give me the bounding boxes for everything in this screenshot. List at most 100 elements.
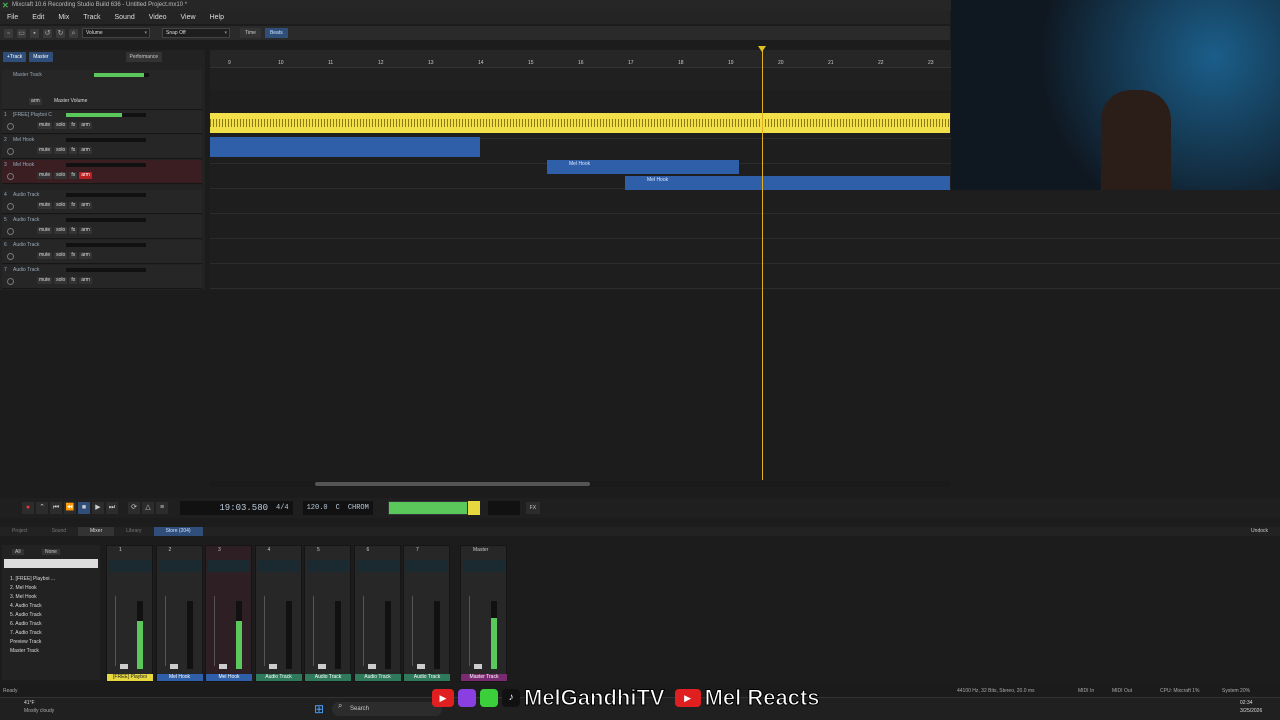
time-toggle[interactable]: Time <box>240 28 261 38</box>
strip-fader[interactable] <box>412 596 425 669</box>
clock-time[interactable]: 02:34 <box>1240 700 1253 706</box>
zoom-icon[interactable]: ⌕ <box>69 28 78 38</box>
solo-button[interactable]: solo <box>54 172 68 179</box>
settings-icon[interactable]: ≡ <box>156 502 168 514</box>
show-none-button[interactable]: None <box>42 549 60 555</box>
fx-button[interactable]: fx <box>69 147 78 154</box>
menu-mix[interactable]: Mix <box>51 11 76 24</box>
strip-fader[interactable] <box>362 596 376 669</box>
strip-fader[interactable] <box>164 596 178 669</box>
track-header[interactable]: 1 [FREE] Playboi C mute solo fx arm <box>2 110 202 134</box>
arm-button[interactable]: arm <box>79 202 92 209</box>
clock-date[interactable]: 3/25/2026 <box>1240 708 1262 714</box>
horizontal-scrollbar[interactable] <box>210 481 950 487</box>
master-fader[interactable] <box>469 596 482 669</box>
arm-button[interactable]: arm <box>79 172 92 179</box>
open-icon[interactable]: ▭ <box>17 28 26 38</box>
track-name[interactable]: Mel Hook <box>13 137 63 143</box>
track-name[interactable]: [FREE] Playboi C <box>13 112 63 118</box>
track-header[interactable]: 4 Audio Track mute solo fx arm <box>2 190 202 214</box>
fx-button[interactable]: fx <box>69 227 78 234</box>
mixer-list-item[interactable]: 5. Audio Track <box>10 611 55 620</box>
solo-button[interactable]: solo <box>54 202 68 209</box>
menu-track[interactable]: Track <box>76 11 107 24</box>
track-name[interactable]: Audio Track <box>13 192 63 198</box>
strip-fader[interactable] <box>263 596 277 669</box>
menu-file[interactable]: File <box>0 11 25 24</box>
snap-select[interactable]: Snap Off <box>162 28 230 38</box>
show-all-button[interactable]: All <box>12 549 24 555</box>
scale-mode-display[interactable]: CHROM <box>343 501 373 515</box>
tab-library[interactable]: Library <box>114 527 153 536</box>
track-settings-icon[interactable] <box>7 228 14 235</box>
track-header[interactable]: 7 Audio Track mute solo fx arm <box>2 265 202 289</box>
menu-help[interactable]: Help <box>203 11 231 24</box>
key-display[interactable]: C <box>331 501 344 515</box>
metronome-icon[interactable]: ⌃ <box>36 502 48 514</box>
fx-button[interactable]: fx <box>69 172 78 179</box>
clip-mel-hook-b[interactable]: Mel Hook <box>625 176 950 190</box>
fx-button[interactable]: fx <box>69 202 78 209</box>
stop-icon[interactable]: ■ <box>78 502 90 514</box>
play-icon[interactable]: ▶ <box>92 502 104 514</box>
new-icon[interactable]: ▫ <box>4 28 13 38</box>
mixer-list-item[interactable]: Master Track <box>10 647 55 656</box>
track-header[interactable]: 6 Audio Track mute solo fx arm <box>2 240 202 264</box>
strip-fader[interactable] <box>214 596 227 669</box>
mute-button[interactable]: mute <box>37 227 53 234</box>
mixer-list-item[interactable]: 6. Audio Track <box>10 620 55 629</box>
track-lane[interactable] <box>210 240 1280 264</box>
tempo-display[interactable]: 120.0 <box>302 501 332 515</box>
clip-mel-hook-a[interactable]: Mel Hook <box>547 160 739 174</box>
mixer-list-item[interactable]: 7. Audio Track <box>10 629 55 638</box>
track-settings-icon[interactable] <box>7 123 14 130</box>
track-lane[interactable] <box>210 215 1280 239</box>
menu-view[interactable]: View <box>174 11 203 24</box>
menu-edit[interactable]: Edit <box>25 11 51 24</box>
mute-button[interactable]: mute <box>37 202 53 209</box>
fx-button[interactable]: FX <box>525 502 540 514</box>
mute-button[interactable]: mute <box>37 172 53 179</box>
clip-free-playboi[interactable] <box>210 113 950 133</box>
tab-mixer[interactable]: Mixer <box>78 527 115 536</box>
track-lane[interactable] <box>210 265 1280 289</box>
mute-button[interactable]: mute <box>37 252 53 259</box>
track-settings-icon[interactable] <box>7 278 14 285</box>
mixer-list-item[interactable]: 2. Mel Hook <box>10 584 55 593</box>
playhead[interactable] <box>762 50 763 480</box>
clip-mel-hook-waveform[interactable] <box>210 137 480 157</box>
undo-icon[interactable]: ↺ <box>43 28 52 38</box>
track-settings-icon[interactable] <box>7 253 14 260</box>
arm-button[interactable]: arm <box>79 277 92 284</box>
strip-fader[interactable] <box>313 596 326 669</box>
menu-sound[interactable]: Sound <box>107 11 141 24</box>
track-header[interactable]: 5 Audio Track mute solo fx arm <box>2 215 202 239</box>
tab-store[interactable]: Store (204) <box>153 527 203 536</box>
taskbar-search[interactable]: Search <box>332 702 442 716</box>
arm-button[interactable]: arm <box>79 147 92 154</box>
undock-button[interactable]: Undock <box>1239 527 1280 536</box>
windows-start-icon[interactable]: ⊞ <box>314 702 324 716</box>
track-header[interactable]: 2 Mel Hook mute solo fx arm <box>2 135 202 159</box>
weather-desc[interactable]: Mostly cloudy <box>24 708 54 714</box>
beats-toggle[interactable]: Beats <box>264 28 288 38</box>
track-name[interactable]: Audio Track <box>13 217 63 223</box>
mixer-list-item[interactable]: Preview Track <box>10 638 55 647</box>
parameter-select[interactable]: Volume <box>82 28 150 38</box>
mute-button[interactable]: mute <box>37 277 53 284</box>
fx-button[interactable]: fx <box>69 252 78 259</box>
mixer-list-item[interactable]: 4. Audio Track <box>10 602 55 611</box>
mixer-list-item[interactable]: 3. Mel Hook <box>10 593 55 602</box>
master-arm-label[interactable]: arm <box>29 98 42 105</box>
track-name[interactable]: Audio Track <box>13 267 63 273</box>
track-settings-icon[interactable] <box>7 148 14 155</box>
fx-button[interactable]: fx <box>69 122 78 129</box>
tab-sound[interactable]: Sound <box>40 527 78 536</box>
menu-video[interactable]: Video <box>142 11 174 24</box>
time-display[interactable]: 19:03.580 <box>180 501 272 515</box>
save-icon[interactable]: ▪ <box>30 28 39 38</box>
track-name[interactable]: Audio Track <box>13 242 63 248</box>
time-signature-display[interactable]: 4/4 <box>272 501 293 515</box>
punch-icon[interactable]: △ <box>142 502 154 514</box>
solo-button[interactable]: solo <box>54 122 68 129</box>
